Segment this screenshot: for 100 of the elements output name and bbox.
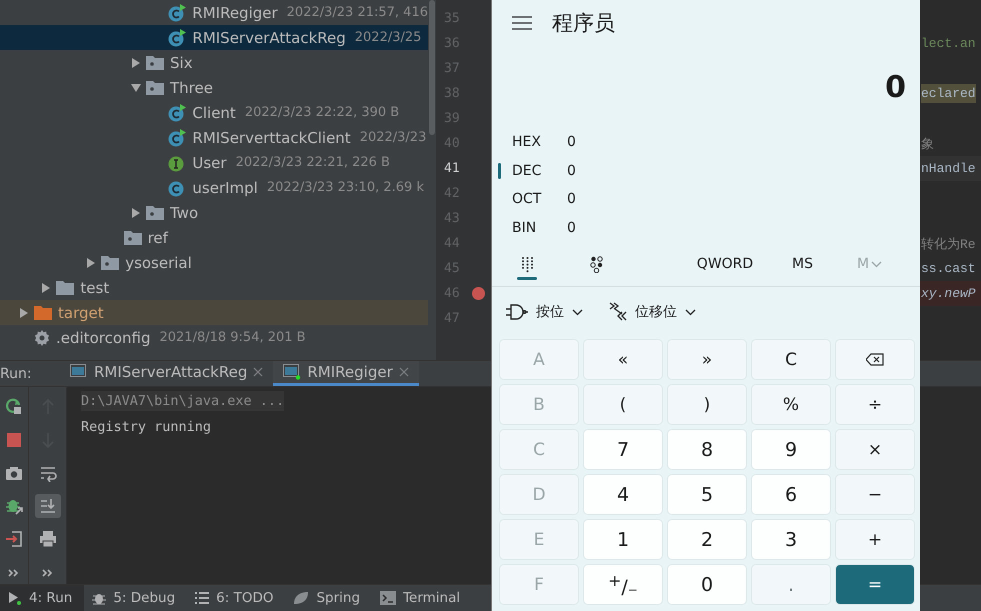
folder-icon [34,305,52,320]
tool-window-button[interactable]: Terminal [372,585,472,611]
file-info: 2022/3/23 21:57, 416 [286,5,428,20]
printer-icon [38,530,56,548]
calculator-key[interactable]: + [835,519,915,560]
tree-row[interactable]: Six [0,50,428,75]
dropdown-menu[interactable]: 位移位 [609,302,696,322]
radix-row[interactable]: HEX 0 [492,128,920,156]
tree-row[interactable]: RMIServerttackClient 2022/3/23 [0,125,428,150]
list-icon [195,591,210,606]
collapsed-arrow-icon[interactable] [41,282,52,292]
radix-row[interactable]: BIN 0 [492,214,920,242]
expanded-arrow-icon[interactable] [131,82,141,92]
tree-item-label: Two [170,204,198,222]
gear-icon [34,330,50,346]
calculator-key[interactable]: 1 [583,519,663,560]
code-text: ss.cast [921,260,976,278]
calculator-key[interactable]: − [835,474,915,515]
interface-icon [168,154,186,172]
radix-value: 0 [567,220,576,236]
bug-icon [5,497,23,516]
menu-icon[interactable] [512,16,532,30]
calculator-key[interactable]: » [667,339,747,380]
close-icon[interactable] [253,367,264,378]
calculator-key[interactable]: 7 [583,429,663,470]
calculator-key[interactable]: 4 [583,474,663,515]
collapsed-arrow-icon[interactable] [86,258,96,268]
calculator-title: 程序员 [552,10,615,37]
collapsed-arrow-icon[interactable] [19,308,29,318]
tree-row[interactable]: test [0,275,428,300]
tree-row[interactable]: Two [0,200,428,225]
exit-icon [5,530,23,548]
keypad-icon [520,256,534,272]
tool-window-label: Spring [316,590,360,606]
tree-row[interactable]: .editorconfig 2021/8/18 9:54, 201 B [0,325,428,350]
calculator-key[interactable]: « [583,339,663,380]
calculator-key[interactable]: = [835,564,915,605]
memory-button[interactable]: MS [792,256,813,272]
breakpoint-icon[interactable] [472,287,485,300]
radix-row[interactable]: OCT 0 [492,185,920,214]
calculator-key[interactable]: 6 [751,474,831,515]
collapsed-arrow-icon[interactable] [131,58,141,68]
play-icon [8,591,22,606]
tool-window-label: 6: TODO [216,590,274,606]
tree-item-label: ref [148,228,168,246]
tree-row[interactable]: Three [0,75,428,100]
calculator-key[interactable]: × [835,429,915,470]
tree-item-label: target [58,304,104,322]
code-text: 转化为Re [921,236,976,254]
calculator-key[interactable]: C [751,339,831,380]
tree-row[interactable]: ref [0,225,428,250]
tool-window-button[interactable]: Spring [285,585,372,611]
calculator-key[interactable]: 9 [751,429,831,470]
radix-value: 0 [567,191,576,208]
calculator-key[interactable]: ÷ [835,384,915,425]
backspace-button[interactable] [835,339,915,380]
tree-row[interactable]: Client 2022/3/23 22:22, 390 B [0,100,428,125]
collapsed-arrow-icon[interactable] [131,208,141,218]
run-tab[interactable]: RMIRegiger [273,361,419,386]
code-text: lect.an [921,35,976,53]
runnable-class-icon [168,128,186,146]
shift-icon [609,302,627,322]
code-text: nHandle [921,160,976,178]
radix-row[interactable]: DEC 0 [492,156,920,185]
chevron-down-icon [685,308,696,316]
calculator-key[interactable]: ) [667,384,747,425]
scrollbar-thumb[interactable] [429,0,435,135]
file-info: 2022/3/23 22:22, 390 B [244,105,400,120]
calculator-key[interactable]: 5 [667,474,747,515]
calculator-key[interactable]: ( [583,384,663,425]
calculator-key[interactable]: $^{+}$/₋ [583,564,663,605]
calculator-key[interactable]: 8 [667,429,747,470]
tree-row[interactable]: ysoserial [0,250,428,275]
tool-window-button[interactable]: 4: Run [0,585,84,611]
tree-row[interactable]: userImpl 2022/3/23 23:10, 2.69 k [0,175,428,200]
close-icon[interactable] [398,367,409,378]
leaf-icon [293,591,310,606]
tool-window-button[interactable]: 5: Debug [84,585,188,611]
toolbar-button[interactable] [34,494,60,518]
tree-row[interactable]: target [0,300,428,325]
tool-window-button[interactable]: 6: TODO [187,585,286,611]
radix-label: HEX [512,134,542,150]
runnable-class-icon [168,104,186,122]
calculator-key[interactable]: 3 [751,519,831,560]
tree-row[interactable]: RMIServerAttackReg 2022/3/25 [0,25,428,50]
folder-icon [56,280,74,295]
radix-value: 0 [567,134,576,150]
calculator-key[interactable]: 2 [667,519,747,560]
calculator-key[interactable]: % [751,384,831,425]
file-info: 2022/3/25 [354,30,422,45]
tree-item-label: .editorconfig [56,328,150,346]
word-size-button[interactable]: QWORD [670,256,780,272]
tree-row[interactable]: RMIRegiger 2022/3/23 21:57, 416 [0,0,428,25]
radix-label: BIN [512,220,538,236]
package-folder-icon [124,230,142,245]
tree-row[interactable]: User 2022/3/23 22:21, 226 B [0,150,428,175]
run-tab[interactable]: RMIServerAttackReg [60,361,274,386]
scroll-to-end-icon [38,497,56,516]
dropdown-menu[interactable]: 按位 [506,303,583,321]
calculator-key[interactable]: 0 [667,564,747,605]
